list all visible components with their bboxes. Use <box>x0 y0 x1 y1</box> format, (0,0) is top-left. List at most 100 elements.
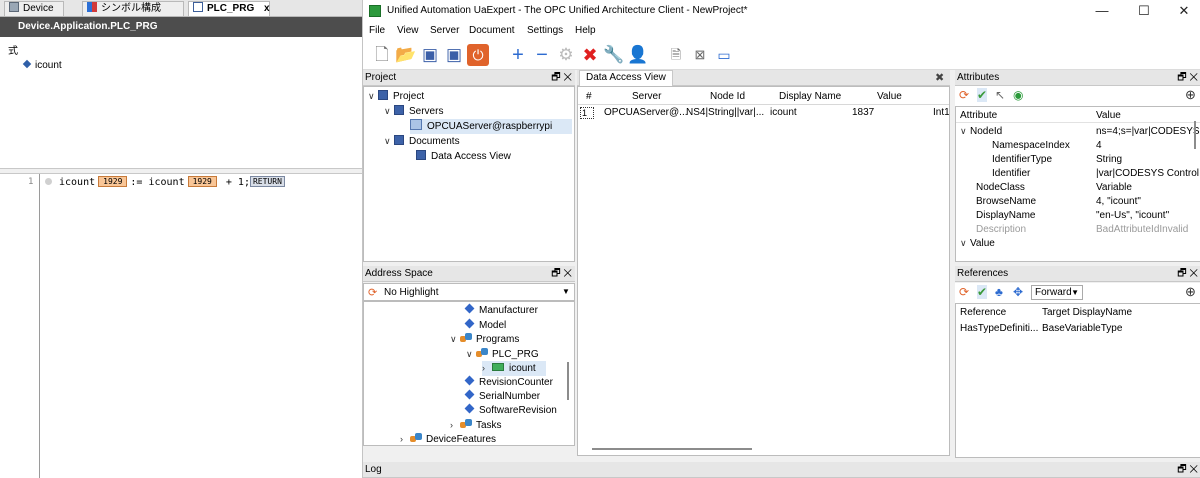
chevron-down-icon[interactable]: ∨ <box>450 332 460 347</box>
live-value[interactable]: 1929 <box>187 176 217 187</box>
panel-float-close-icons[interactable]: 🗗 ✕ <box>1177 266 1198 281</box>
chevron-right-icon[interactable]: › <box>450 418 460 433</box>
add-icon[interactable]: ⊕ <box>1185 87 1196 103</box>
panel-float-close-icons[interactable]: 🗗 ✕ <box>1177 70 1198 85</box>
tree-item-data-access-view[interactable]: Data Access View <box>416 149 511 164</box>
chevron-down-icon[interactable]: ∨ <box>368 89 378 104</box>
panel-float-close-icons[interactable]: 🗗 ✕ <box>551 70 572 85</box>
chevron-down-icon[interactable]: ∨ <box>466 347 476 362</box>
tree-item-server[interactable]: OPCUAServer@raspberrypi <box>410 119 572 134</box>
tree-item-plc-prg[interactable]: ∨ PLC_PRG <box>466 347 539 362</box>
col-display-name[interactable]: Display Name <box>779 91 841 102</box>
document-icon[interactable]: 🗎 <box>665 44 687 66</box>
remove-document-icon[interactable]: ⊠ <box>689 44 711 66</box>
col-reference[interactable]: Reference <box>960 307 1006 318</box>
save-icon[interactable]: ▣ <box>419 44 441 66</box>
menu-view[interactable]: View <box>397 25 419 36</box>
tree-item-programs[interactable]: ∨ Programs <box>450 332 519 347</box>
tab-plc-prg[interactable]: PLC_PRG x <box>188 1 270 16</box>
attr-row[interactable]: Description <box>976 222 1026 237</box>
attr-row[interactable]: NamespaceIndex <box>992 138 1070 153</box>
live-value[interactable]: 1929 <box>98 176 128 187</box>
variable-row[interactable]: icount <box>22 59 62 71</box>
menu-settings[interactable]: Settings <box>527 25 563 36</box>
table-row[interactable]: HasTypeDefiniti... BaseVariableType <box>956 322 1200 336</box>
attr-row[interactable]: NodeClass <box>976 180 1025 195</box>
code-editor[interactable] <box>0 174 362 478</box>
refresh-icon[interactable]: ⟳ <box>959 88 969 102</box>
col-value[interactable]: Value <box>877 91 902 102</box>
tab-device[interactable]: Device <box>4 1 64 16</box>
connect-icon[interactable]: ⚙ <box>555 44 577 66</box>
minimize-button[interactable]: — <box>1087 2 1117 20</box>
window-icon[interactable]: ▭ <box>713 44 735 66</box>
highlight-select[interactable]: ⟳ No Highlight ▼ <box>363 283 575 301</box>
attr-row[interactable]: BrowseName <box>976 194 1036 209</box>
close-button[interactable]: ✕ <box>1169 2 1199 20</box>
chevron-down-icon[interactable]: ∨ <box>960 236 970 251</box>
code-line[interactable]: icount 1929:= icount 1929 + 1; RETURN <box>45 176 285 190</box>
tree-item-documents[interactable]: ∨ Documents <box>384 134 460 149</box>
add-icon[interactable]: ⊕ <box>1185 284 1196 300</box>
menu-server[interactable]: Server <box>430 25 459 36</box>
title-bar[interactable]: Unified Automation UaExpert - The OPC Un… <box>363 0 1200 22</box>
tree-item-servers[interactable]: ∨ Servers <box>384 104 443 119</box>
maximize-button[interactable]: ☐ <box>1129 2 1159 20</box>
chevron-down-icon[interactable]: ∨ <box>384 134 394 149</box>
cursor-icon[interactable]: ↖ <box>995 88 1005 102</box>
tree-item-project[interactable]: ∨ Project <box>368 89 424 104</box>
col-num[interactable]: # <box>586 91 592 102</box>
hierarchy-icon[interactable]: ♣ <box>995 285 1003 299</box>
attr-row[interactable]: ∨ NodeId <box>960 124 1002 139</box>
remove-server-icon[interactable]: − <box>531 44 553 66</box>
menu-help[interactable]: Help <box>575 25 596 36</box>
chevron-down-icon[interactable]: ∨ <box>384 104 394 119</box>
menu-file[interactable]: File <box>369 25 385 36</box>
table-row[interactable]: 1 OPCUAServer@... NS4|String||var|... ic… <box>578 106 949 120</box>
disconnect-icon[interactable]: ✖ <box>579 44 601 66</box>
panel-float-close-icons[interactable]: 🗗 ✕ <box>1177 462 1198 477</box>
open-project-icon[interactable]: 📂 <box>395 44 417 66</box>
chevron-right-icon[interactable]: › <box>482 361 492 376</box>
tab-symbol-config[interactable]: シンボル構成 <box>82 1 184 16</box>
chevron-down-icon[interactable]: ∨ <box>960 124 970 139</box>
tree-item-software-revision[interactable]: SoftwareRevision <box>464 403 557 418</box>
network-icon[interactable]: ✥ <box>1013 285 1023 299</box>
tree-item-revision-counter[interactable]: RevisionCounter <box>464 375 553 390</box>
user-icon[interactable]: 👤 <box>627 44 649 66</box>
col-server[interactable]: Server <box>632 91 661 102</box>
checkmark-icon[interactable]: ✔ <box>977 88 988 102</box>
add-server-icon[interactable]: + <box>507 44 529 66</box>
h-scrollbar[interactable] <box>592 448 752 450</box>
panel-float-close-icons[interactable]: 🗗 ✕ <box>551 266 572 281</box>
menu-document[interactable]: Document <box>469 25 515 36</box>
col-value[interactable]: Value <box>1096 110 1121 121</box>
tree-item-icount[interactable]: › icount <box>482 361 546 376</box>
checkmark-icon[interactable]: ✔ <box>977 285 988 299</box>
close-tab-icon[interactable]: ✖ <box>935 71 944 84</box>
new-project-icon[interactable]: 🗋 <box>371 44 393 66</box>
tree-item-tasks[interactable]: › Tasks <box>450 418 502 433</box>
attr-row[interactable]: DisplayName <box>976 208 1035 223</box>
attr-row[interactable]: IdentifierType <box>992 152 1052 167</box>
col-target[interactable]: Target DisplayName <box>1042 307 1132 318</box>
tree-item-serial-number[interactable]: SerialNumber <box>464 389 540 404</box>
tree-item-manufacturer[interactable]: Manufacturer <box>464 303 538 318</box>
save-as-icon[interactable]: ▣ <box>443 44 465 66</box>
direction-select[interactable]: Forward ▼ <box>1031 285 1083 300</box>
record-icon[interactable]: ◉ <box>1013 88 1023 102</box>
scrollbar[interactable] <box>1194 121 1196 149</box>
col-attribute[interactable]: Attribute <box>960 110 997 121</box>
chevron-right-icon[interactable]: › <box>400 432 410 445</box>
tab-data-access-view[interactable]: Data Access View <box>579 70 673 86</box>
refresh-icon[interactable]: ⟳ <box>959 285 969 299</box>
scrollbar[interactable] <box>567 362 569 400</box>
wrench-icon[interactable]: 🔧 <box>603 44 625 66</box>
tree-item-device-features[interactable]: › DeviceFeatures <box>400 432 496 445</box>
power-icon[interactable]: ⏻ <box>467 44 489 66</box>
attr-row[interactable]: Identifier <box>992 166 1030 181</box>
col-nodeid[interactable]: Node Id <box>710 91 745 102</box>
close-icon[interactable]: x <box>264 3 270 14</box>
attr-row[interactable]: ∨ Value <box>960 236 995 251</box>
breakpoint-dot[interactable] <box>45 178 52 185</box>
